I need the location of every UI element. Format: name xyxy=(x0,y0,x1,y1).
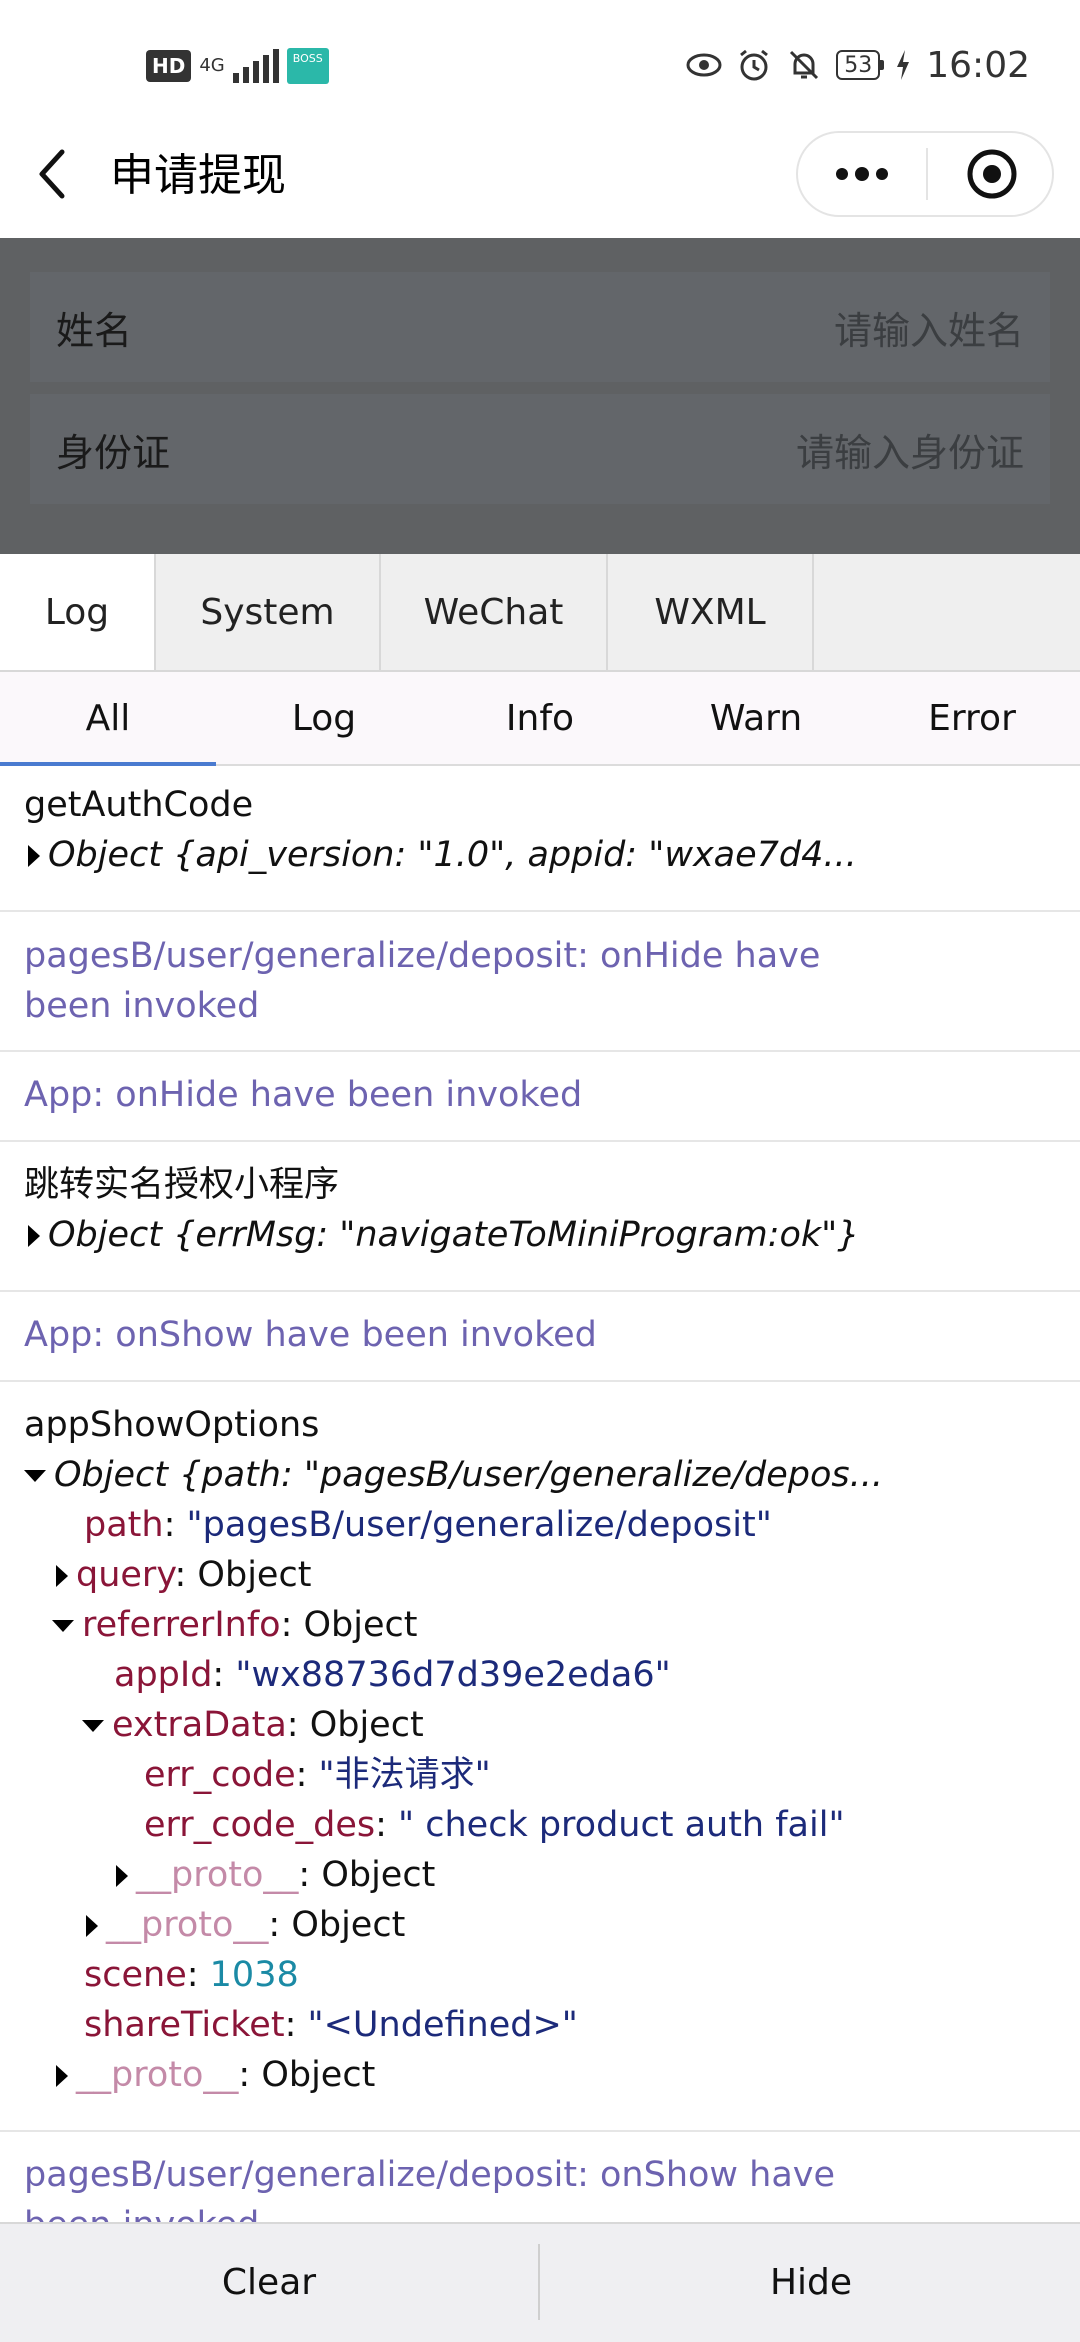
filter-log[interactable]: Log xyxy=(216,672,432,764)
divider xyxy=(0,2130,1080,2132)
tab-wechat[interactable]: WeChat xyxy=(381,554,608,670)
filter-all[interactable]: All xyxy=(0,672,216,764)
active-filter-indicator xyxy=(0,762,216,766)
alarm-icon xyxy=(740,49,769,81)
prop-path: path: "pagesB/user/generalize/deposit" xyxy=(84,1505,772,1545)
prop-scene: scene: 1038 xyxy=(84,1955,299,1995)
name-label: 姓名 xyxy=(56,309,133,353)
log-object-expanded[interactable]: Object {path: "pagesB/user/generalize/de… xyxy=(24,1450,883,1500)
log-entry-line: pagesB/user/generalize/deposit: onHide h… xyxy=(24,936,821,976)
clear-button[interactable]: Clear xyxy=(0,2224,538,2340)
boss-app-icon: BOSS xyxy=(286,48,329,84)
mute-bell-icon xyxy=(790,50,819,80)
prop-err-code: err_code: "非法请求" xyxy=(144,1755,491,1795)
tab-log[interactable]: Log xyxy=(0,554,156,670)
tab-wxml[interactable]: WXML xyxy=(608,554,814,670)
capsule-divider xyxy=(926,148,928,200)
prop-err-code-des: err_code_des: " check product auth fail" xyxy=(144,1805,845,1845)
log-entry-title: getAuthCode xyxy=(24,785,254,825)
signal-icon xyxy=(232,49,279,83)
more-options-icon[interactable] xyxy=(834,164,890,184)
tab-system[interactable]: System xyxy=(156,554,381,670)
expand-arrow-icon xyxy=(56,2065,68,2087)
name-input[interactable]: 请输入姓名 xyxy=(834,300,1024,355)
divider xyxy=(0,910,1080,912)
close-miniprogram-icon[interactable] xyxy=(964,146,1020,202)
prop-proto[interactable]: __proto__: Object xyxy=(116,1850,435,1900)
prop-share-ticket: shareTicket: "<Undefined>" xyxy=(84,2005,578,2045)
expand-arrow-icon xyxy=(116,1865,128,1887)
filter-error[interactable]: Error xyxy=(864,672,1080,764)
divider xyxy=(0,1140,1080,1142)
prop-query[interactable]: query: Object xyxy=(56,1550,311,1600)
prop-extra-data[interactable]: extraData: Object xyxy=(82,1700,424,1750)
status-left: HD 4G BOSS xyxy=(146,44,329,88)
hide-button[interactable]: Hide xyxy=(542,2224,1080,2340)
prop-referrer-info[interactable]: referrerInfo: Object xyxy=(52,1600,418,1650)
bottom-divider xyxy=(538,2244,540,2320)
divider xyxy=(0,1290,1080,1292)
log-entry-line: App: onShow have been invoked xyxy=(24,1315,597,1355)
log-entry-line: been invoked xyxy=(24,986,260,1026)
divider xyxy=(0,1380,1080,1382)
log-object-collapsed[interactable]: Object {errMsg: "navigateToMiniProgram:o… xyxy=(28,1210,860,1260)
log-entry-title: appShowOptions xyxy=(24,1405,320,1445)
id-label: 身份证 xyxy=(56,431,171,475)
collapse-arrow-icon xyxy=(82,1720,104,1732)
log-entry-line: App: onHide have been invoked xyxy=(24,1075,583,1115)
clock: 16:02 xyxy=(926,44,1030,86)
expand-arrow-icon xyxy=(86,1915,98,1937)
divider xyxy=(0,1050,1080,1052)
hd-icon: HD xyxy=(146,50,192,82)
filter-info[interactable]: Info xyxy=(432,672,648,764)
page-title: 申请提现 xyxy=(110,150,286,201)
expand-arrow-icon xyxy=(28,845,40,867)
status-right: 53 16:02 xyxy=(686,40,1030,90)
charging-icon xyxy=(897,50,910,80)
log-entry-line: pagesB/user/generalize/deposit: onShow h… xyxy=(24,2155,836,2195)
expand-arrow-icon xyxy=(28,1225,40,1247)
filter-warn[interactable]: Warn xyxy=(648,672,864,764)
prop-appid: appId: "wx88736d7d39e2eda6" xyxy=(114,1655,671,1695)
expand-arrow-icon xyxy=(56,1565,68,1587)
eye-icon xyxy=(686,53,722,77)
network-type: 4G xyxy=(199,55,225,76)
log-entry-title: 跳转实名授权小程序 xyxy=(24,1165,340,1205)
collapse-arrow-icon xyxy=(52,1620,74,1632)
back-arrow-icon[interactable] xyxy=(30,144,80,204)
prop-proto[interactable]: __proto__: Object xyxy=(86,1900,405,1950)
id-input[interactable]: 请输入身份证 xyxy=(796,422,1024,477)
battery-icon: 53 xyxy=(836,50,885,80)
log-object-collapsed[interactable]: Object {api_version: "1.0", appid: "wxae… xyxy=(28,830,857,880)
collapse-arrow-icon xyxy=(24,1470,46,1482)
prop-proto[interactable]: __proto__: Object xyxy=(56,2050,375,2100)
